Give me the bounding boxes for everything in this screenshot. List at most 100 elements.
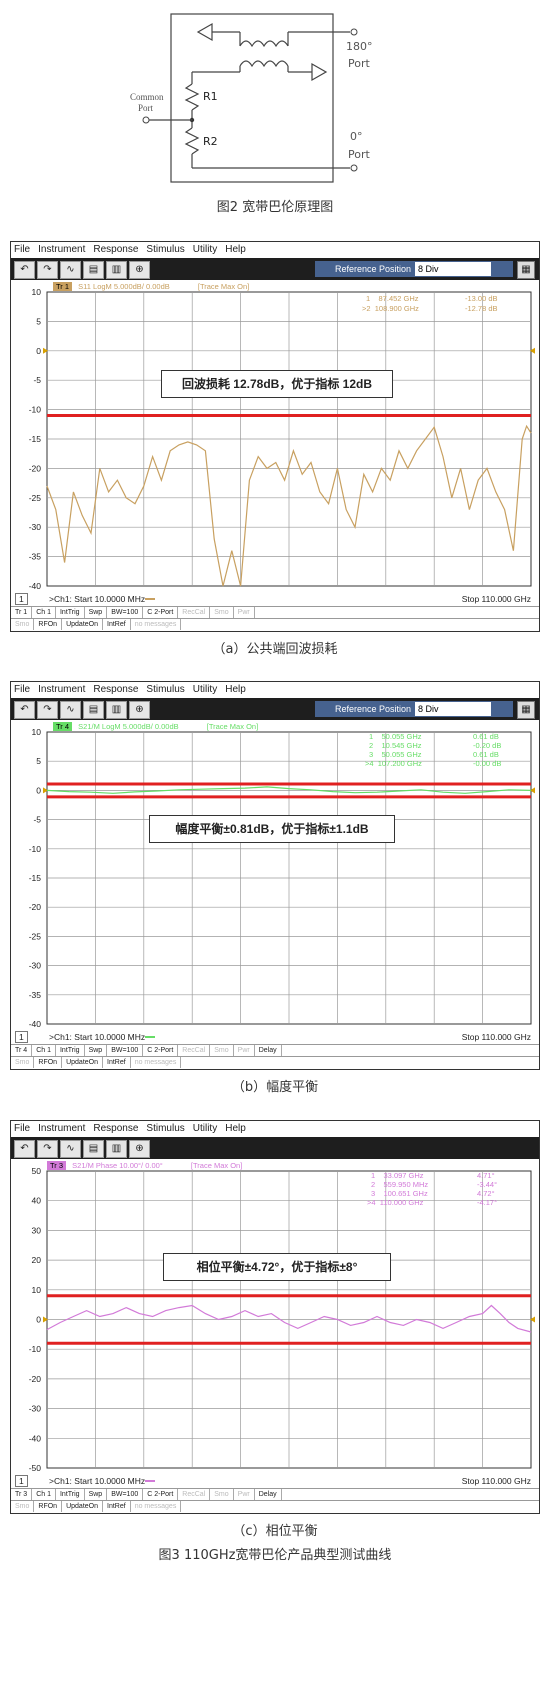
- marker-readout-c4: >4 110.000 GHz: [367, 1198, 424, 1207]
- display-icon[interactable]: ▤: [83, 1140, 104, 1158]
- softkey-bandwidth[interactable]: BW=100: [107, 1045, 144, 1056]
- menu-file[interactable]: File: [14, 684, 30, 695]
- menu-instrument[interactable]: Instrument: [38, 684, 85, 695]
- softkey-bandwidth[interactable]: BW=100: [107, 1489, 144, 1500]
- softkey-trace[interactable]: Tr 1: [11, 607, 33, 618]
- softkey-bandwidth[interactable]: BW=100: [107, 607, 144, 618]
- trace-icon[interactable]: ∿: [60, 701, 81, 719]
- menu-stimulus[interactable]: Stimulus: [146, 684, 184, 695]
- softkey-reccal[interactable]: RecCal: [178, 607, 211, 618]
- zoom-icon[interactable]: ⊕: [129, 701, 150, 719]
- menu-response[interactable]: Response: [93, 1123, 138, 1134]
- chart-b-svg: 10 5 0 -5 -10 -15 -20 -25 -30 -35 -40: [29, 727, 535, 1029]
- redo-icon[interactable]: ↷: [37, 1140, 58, 1158]
- softkey-trigger[interactable]: IntTrig: [56, 1045, 85, 1056]
- display-icon[interactable]: ▤: [83, 701, 104, 719]
- marker-readout-b3: 3 50.055 GHz: [369, 750, 422, 759]
- keypad-icon[interactable]: ▦: [517, 261, 535, 279]
- y-tick-label: -25: [29, 493, 42, 503]
- port-0-word: Port: [348, 148, 370, 161]
- softkey-sweep[interactable]: Swp: [85, 1045, 108, 1056]
- softkey-pwr[interactable]: Pwr: [234, 1045, 255, 1056]
- menu-utility[interactable]: Utility: [193, 244, 217, 255]
- redo-icon[interactable]: ↷: [37, 261, 58, 279]
- softkey-smo2[interactable]: Smo: [11, 1501, 35, 1512]
- y-tick-label: 5: [36, 756, 41, 766]
- toolbar: ↶ ↷ ∿ ▤ ▥ ⊕ Reference Position 8 Div ▦: [11, 698, 539, 720]
- menu-utility[interactable]: Utility: [193, 684, 217, 695]
- menu-help[interactable]: Help: [225, 684, 246, 695]
- menu-file[interactable]: File: [14, 1123, 30, 1134]
- softkey-pwr[interactable]: Pwr: [234, 607, 255, 618]
- softkey-smo2[interactable]: Smo: [11, 1057, 35, 1068]
- display-icon[interactable]: ▤: [83, 261, 104, 279]
- softkey-cal[interactable]: C 2-Port: [143, 1045, 179, 1056]
- softkey-reccal[interactable]: RecCal: [178, 1045, 211, 1056]
- page-number-b[interactable]: 1: [15, 1031, 28, 1043]
- softkey-rfon[interactable]: RFOn: [34, 1057, 63, 1068]
- softkey-pwr[interactable]: Pwr: [234, 1489, 255, 1500]
- softkey-cal[interactable]: C 2-Port: [143, 607, 179, 618]
- softkey-update[interactable]: UpdateOn: [62, 1057, 103, 1068]
- redo-icon[interactable]: ↷: [37, 701, 58, 719]
- delete-icon[interactable]: ▥: [106, 701, 127, 719]
- menu-help[interactable]: Help: [225, 1123, 246, 1134]
- zoom-icon[interactable]: ⊕: [129, 1140, 150, 1158]
- softkey-intref[interactable]: IntRef: [103, 1501, 131, 1512]
- menu-instrument[interactable]: Instrument: [38, 244, 85, 255]
- softkey-channel[interactable]: Ch 1: [32, 1045, 56, 1056]
- page-number-a[interactable]: 1: [15, 593, 28, 605]
- start-freq-c: >Ch1: Start 10.0000 MHz: [49, 1476, 146, 1486]
- softkey-sweep[interactable]: Swp: [85, 1489, 108, 1500]
- softkey-cal[interactable]: C 2-Port: [143, 1489, 179, 1500]
- softkey-rfon[interactable]: RFOn: [34, 619, 63, 630]
- softkey-intref[interactable]: IntRef: [103, 1057, 131, 1068]
- menu-stimulus[interactable]: Stimulus: [146, 244, 184, 255]
- undo-icon[interactable]: ↶: [14, 1140, 35, 1158]
- softkey-trigger[interactable]: IntTrig: [56, 1489, 85, 1500]
- keypad-icon[interactable]: ▦: [517, 701, 535, 719]
- softkey-delay[interactable]: Delay: [255, 1045, 282, 1056]
- softkey-delay[interactable]: Delay: [255, 1489, 282, 1500]
- softkey-channel[interactable]: Ch 1: [32, 607, 56, 618]
- menu-response[interactable]: Response: [93, 244, 138, 255]
- menu-utility[interactable]: Utility: [193, 1123, 217, 1134]
- reference-position-label: Reference Position: [335, 264, 412, 274]
- menu-stimulus[interactable]: Stimulus: [146, 1123, 184, 1134]
- menu-instrument[interactable]: Instrument: [38, 1123, 85, 1134]
- softkey-update[interactable]: UpdateOn: [62, 1501, 103, 1512]
- page-number-c[interactable]: 1: [15, 1475, 28, 1487]
- softkey-trace[interactable]: Tr 4: [11, 1045, 33, 1056]
- softkey-smo[interactable]: Smo: [210, 1489, 234, 1500]
- softkey-channel[interactable]: Ch 1: [32, 1489, 56, 1500]
- menu-help[interactable]: Help: [225, 244, 246, 255]
- softkey-sweep[interactable]: Swp: [85, 607, 108, 618]
- trace-tag-a[interactable]: Tr 1: [53, 282, 73, 291]
- softkey-smo[interactable]: Smo: [210, 607, 234, 618]
- softkey-rfon[interactable]: RFOn: [34, 1501, 63, 1512]
- marker-value-a2: -12.78 dB: [465, 304, 498, 313]
- trace-icon[interactable]: ∿: [60, 261, 81, 279]
- trace-tag-c[interactable]: Tr 3: [47, 1161, 67, 1170]
- menu-file[interactable]: File: [14, 244, 30, 255]
- marker-value-b2: -0.20 dB: [473, 741, 502, 750]
- delete-icon[interactable]: ▥: [106, 1140, 127, 1158]
- softkey-intref[interactable]: IntRef: [103, 619, 131, 630]
- softkey-smo[interactable]: Smo: [210, 1045, 234, 1056]
- zoom-icon[interactable]: ⊕: [129, 261, 150, 279]
- trace-tag-b[interactable]: Tr 4: [53, 722, 73, 731]
- trace-icon[interactable]: ∿: [60, 1140, 81, 1158]
- reference-position-input[interactable]: 8 Div: [415, 262, 491, 276]
- menu-bar: File Instrument Response Stimulus Utility Hel…: [11, 682, 539, 698]
- delete-icon[interactable]: ▥: [106, 261, 127, 279]
- softkey-reccal[interactable]: RecCal: [178, 1489, 211, 1500]
- softkey-trace[interactable]: Tr 3: [11, 1489, 33, 1500]
- undo-icon[interactable]: ↶: [14, 701, 35, 719]
- trace-label-b: Tr 4 S21/M LogM 5.000dB/ 0.00dB [Trace M…: [53, 722, 258, 731]
- undo-icon[interactable]: ↶: [14, 261, 35, 279]
- softkey-trigger[interactable]: IntTrig: [56, 607, 85, 618]
- softkey-smo2[interactable]: Smo: [11, 619, 35, 630]
- softkey-update[interactable]: UpdateOn: [62, 619, 103, 630]
- menu-response[interactable]: Response: [93, 684, 138, 695]
- reference-position-input[interactable]: 8 Div: [415, 702, 491, 716]
